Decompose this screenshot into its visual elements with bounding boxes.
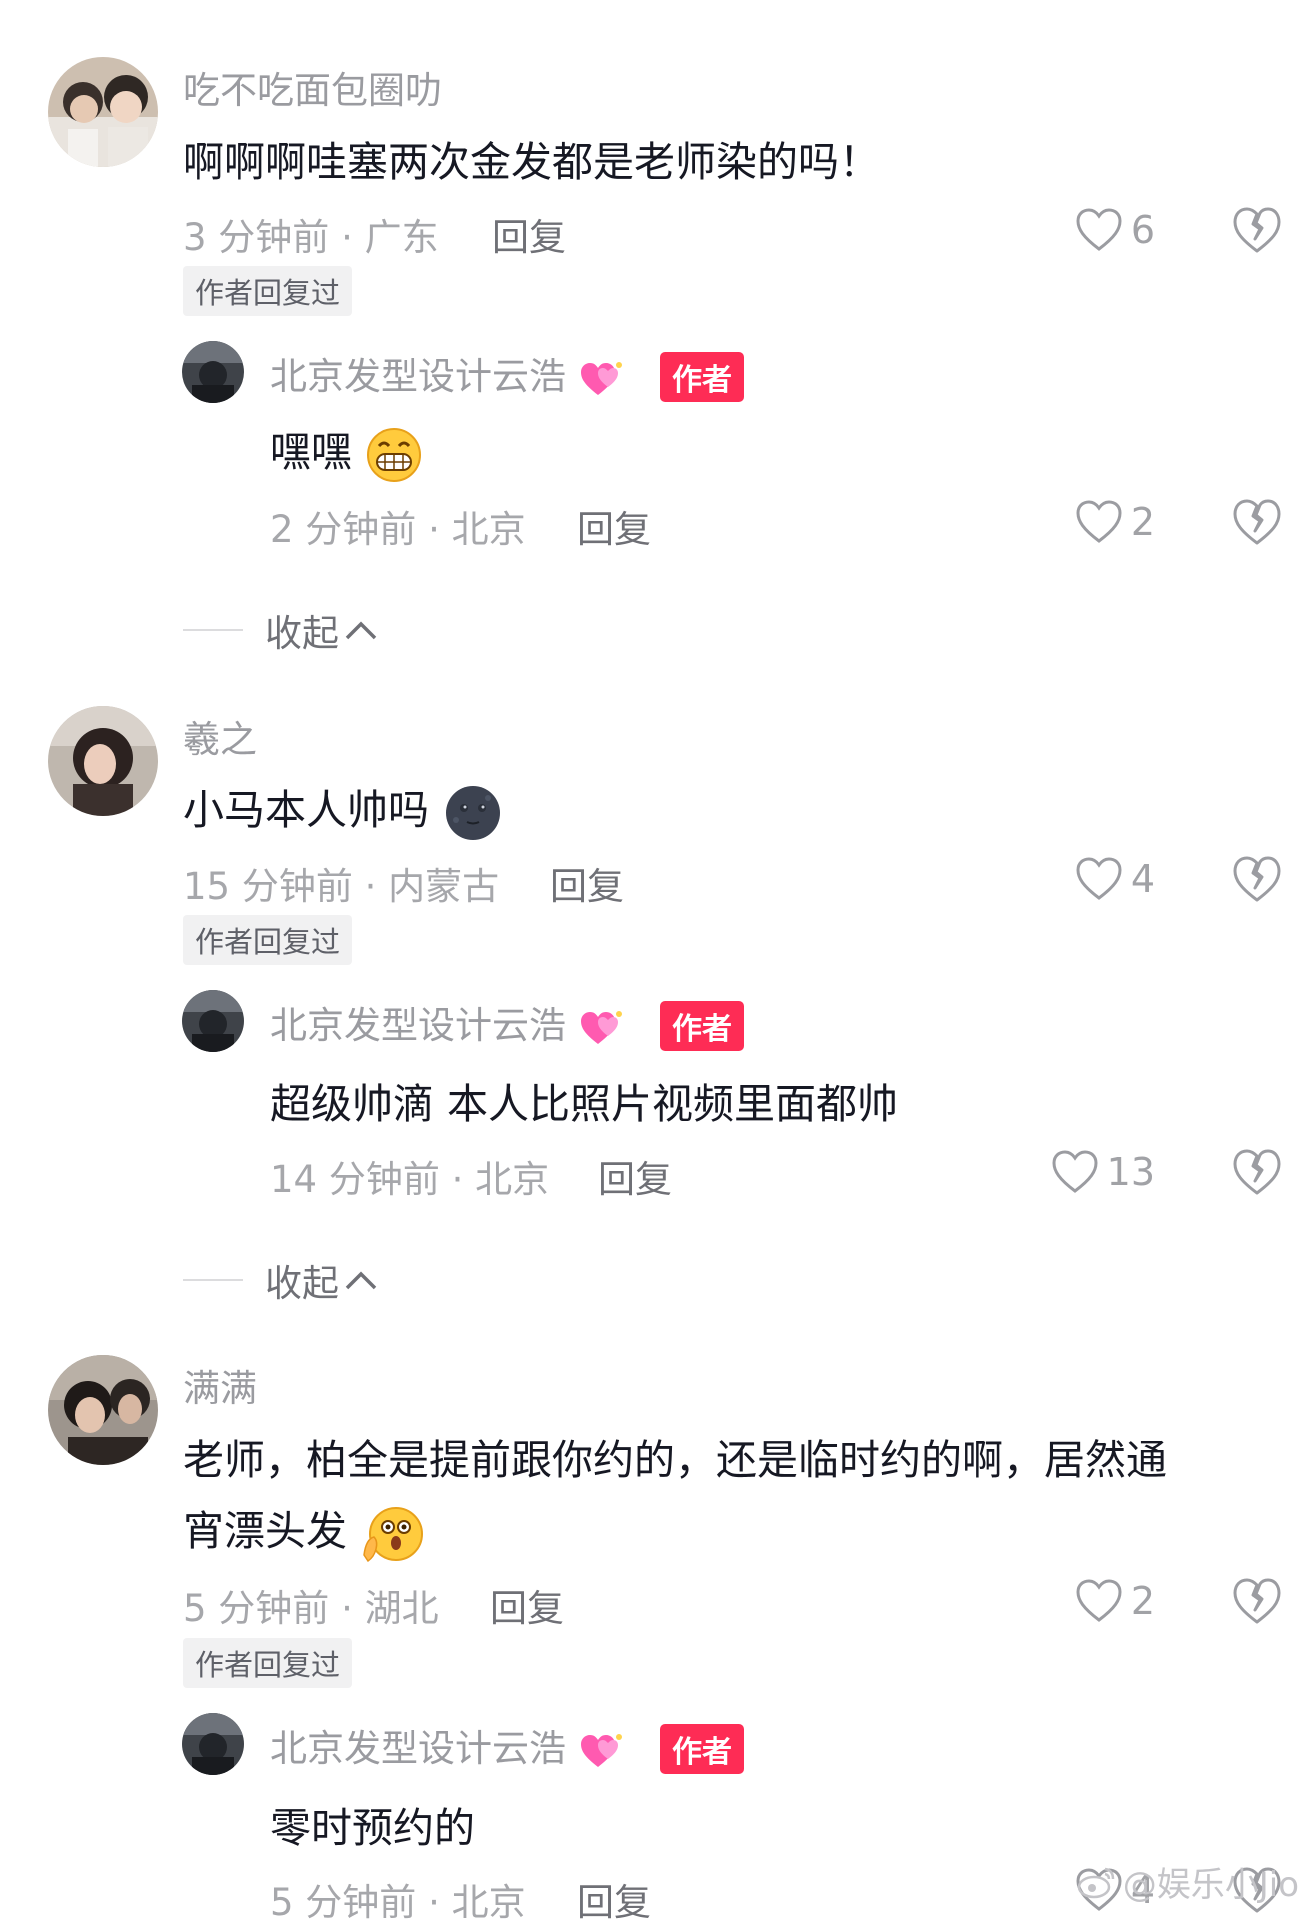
comment-username[interactable]: 满满 — [183, 1358, 257, 1412]
heart-icon — [1076, 208, 1122, 251]
like-count: 2 — [1130, 1579, 1155, 1623]
reply-text: 零时预约的 — [270, 1804, 475, 1852]
comment-text-line1: 老师，柏全是提前跟你约的，还是临时约的啊，居然通 — [183, 1436, 1167, 1484]
comment-text: 小马本人帅吗 — [183, 776, 504, 842]
heart-sparkle-icon — [580, 361, 622, 395]
author-badge: 作者 — [660, 1724, 744, 1774]
collapse-replies-button[interactable]: 收起 — [183, 1253, 379, 1307]
heart-icon — [1076, 500, 1122, 543]
heart-icon — [1052, 1150, 1098, 1193]
like-button[interactable]: 6 — [1075, 202, 1155, 258]
author-replied-tag: 作者回复过 — [183, 915, 353, 965]
dislike-icon[interactable] — [1231, 1575, 1283, 1627]
dislike-icon[interactable] — [1231, 1146, 1283, 1198]
dislike-icon[interactable] — [1231, 853, 1283, 905]
reply-button[interactable]: 回复 — [490, 1578, 564, 1632]
collapse-replies-button[interactable]: 收起 — [183, 603, 379, 657]
dislike-icon[interactable] — [1231, 204, 1283, 256]
reply-username[interactable]: 北京发型设计云浩 — [270, 1718, 624, 1772]
reply-button[interactable]: 回复 — [550, 856, 624, 910]
like-count: 6 — [1130, 208, 1155, 252]
author-avatar[interactable] — [182, 990, 244, 1052]
comment-meta: 3 分钟前 · 广东 — [183, 216, 439, 259]
reply-username[interactable]: 北京发型设计云浩 — [270, 995, 624, 1049]
like-button[interactable]: 13 — [1051, 1144, 1155, 1200]
reply-button[interactable]: 回复 — [598, 1149, 672, 1203]
reply-meta: 14 分钟前 · 北京 — [270, 1158, 550, 1201]
reply-text: 超级帅滴 本人比照片视频里面都帅 — [270, 1080, 899, 1128]
weibo-logo-icon — [1077, 1867, 1114, 1898]
like-button[interactable]: 4 — [1075, 851, 1155, 907]
heart-icon — [1076, 1579, 1122, 1622]
heart-sparkle-icon — [580, 1733, 622, 1767]
chevron-up-icon — [345, 1271, 377, 1290]
reply-button[interactable]: 回复 — [577, 499, 651, 553]
dark-moon-emoji-icon — [446, 786, 501, 840]
author-badge: 作者 — [660, 1001, 744, 1051]
reply-button[interactable]: 回复 — [492, 207, 566, 261]
comment-meta: 5 分钟前 · 湖北 — [183, 1587, 439, 1630]
like-count: 13 — [1106, 1150, 1155, 1194]
author-badge: 作者 — [660, 352, 744, 402]
comment-username[interactable]: 吃不吃面包圈叻 — [183, 60, 442, 114]
dislike-icon[interactable] — [1231, 496, 1283, 548]
like-button[interactable]: 2 — [1075, 1573, 1155, 1629]
avatar[interactable] — [48, 706, 158, 816]
comment-meta: 15 分钟前 · 内蒙古 — [183, 865, 500, 908]
avatar[interactable] — [48, 57, 158, 167]
heart-icon — [1076, 857, 1122, 900]
grin-emoji-icon — [367, 428, 422, 482]
watermark: @娱乐小Jio — [1077, 1857, 1299, 1906]
shocked-hands-emoji-icon — [363, 1507, 424, 1563]
author-avatar[interactable] — [182, 341, 244, 403]
heart-sparkle-icon — [580, 1010, 622, 1044]
author-avatar[interactable] — [182, 1713, 244, 1775]
comment-text: 啊啊啊哇塞两次金发都是老师染的吗！ — [183, 138, 880, 186]
author-replied-tag: 作者回复过 — [183, 1638, 353, 1688]
reply-meta: 2 分钟前 · 北京 — [270, 508, 526, 551]
reply-username[interactable]: 北京发型设计云浩 — [270, 346, 624, 400]
avatar[interactable] — [48, 1355, 158, 1465]
like-button[interactable]: 2 — [1075, 494, 1155, 550]
author-replied-tag: 作者回复过 — [183, 266, 353, 316]
comment-text-line2: 宵漂头发 — [183, 1497, 424, 1563]
chevron-up-icon — [345, 621, 377, 640]
like-count: 4 — [1130, 857, 1155, 901]
like-count: 2 — [1130, 500, 1155, 544]
comment-username[interactable]: 羲之 — [183, 709, 257, 763]
reply-text: 嘿嘿 — [270, 418, 423, 484]
